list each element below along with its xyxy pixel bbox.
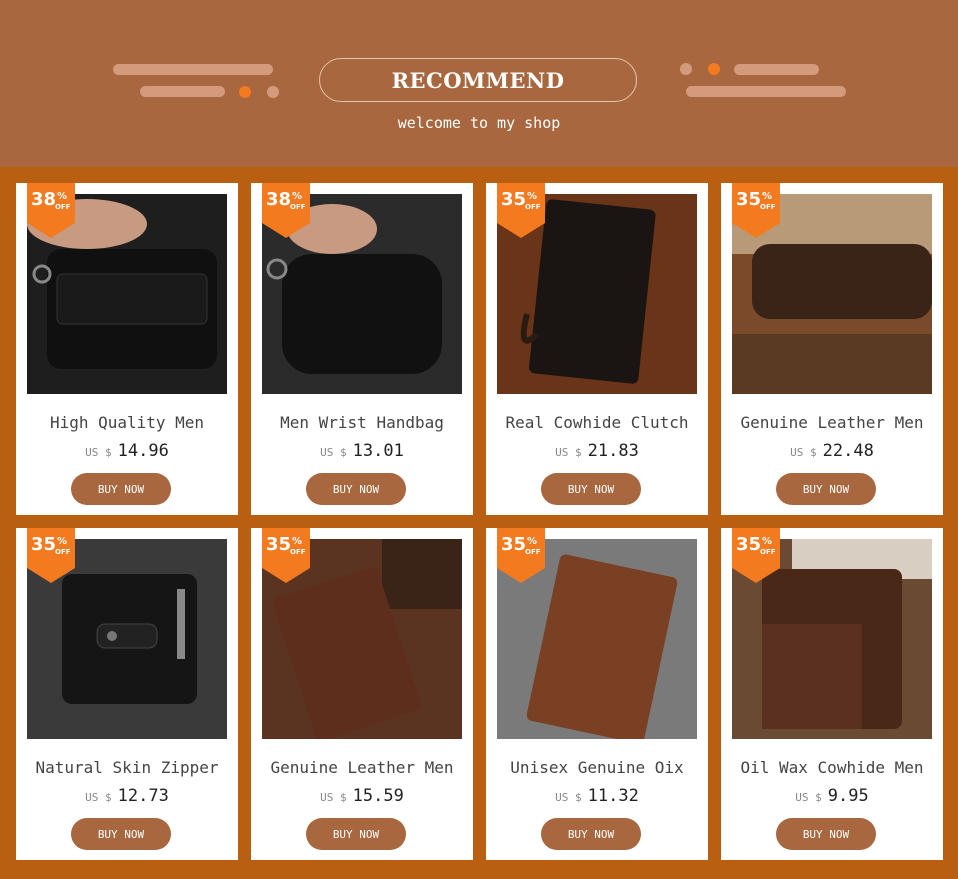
product-card[interactable]: 35 % OFF Natural Skin Zipper US $ 12.73 B… [16, 528, 238, 860]
buy-now-button[interactable]: BUY NOW [541, 473, 641, 505]
buy-now-button[interactable]: BUY NOW [71, 818, 171, 850]
currency-label: US $ [555, 446, 582, 459]
product-price: 12.73 [117, 786, 169, 806]
product-title[interactable]: Unisex Genuine Oix [486, 758, 708, 777]
price-row: US $ 22.48 [721, 441, 943, 461]
decor-bar [140, 86, 225, 97]
product-title[interactable]: Oil Wax Cowhide Men [721, 758, 943, 777]
currency-label: US $ [85, 446, 112, 459]
buy-now-button[interactable]: BUY NOW [541, 818, 641, 850]
product-card[interactable]: 35 % OFF Genuine Leather Men US $ 15.59 B… [251, 528, 473, 860]
product-title[interactable]: High Quality Men [16, 413, 238, 432]
price-row: US $ 9.95 [721, 786, 943, 806]
currency-label: US $ [795, 791, 822, 804]
decor-bar [734, 64, 819, 75]
product-title[interactable]: Genuine Leather Men [251, 758, 473, 777]
buy-now-button[interactable]: BUY NOW [71, 473, 171, 505]
product-price: 14.96 [117, 441, 169, 461]
discount-badge: 35 % OFF [27, 528, 75, 583]
discount-badge: 38 % OFF [262, 183, 310, 238]
buy-now-button[interactable]: BUY NOW [776, 473, 876, 505]
buy-now-button[interactable]: BUY NOW [776, 818, 876, 850]
product-card[interactable]: 35 % OFF Genuine Leather Men US $ 22.48 B… [721, 183, 943, 515]
product-title[interactable]: Real Cowhide Clutch [486, 413, 708, 432]
decor-dot [267, 86, 279, 98]
decor-bar [113, 64, 273, 75]
decor-bar [686, 86, 846, 97]
product-title[interactable]: Natural Skin Zipper [16, 758, 238, 777]
price-row: US $ 12.73 [16, 786, 238, 806]
decor-dot [239, 86, 251, 98]
product-card[interactable]: 35 % OFF Unisex Genuine Oix US $ 11.32 BU… [486, 528, 708, 860]
currency-label: US $ [790, 446, 817, 459]
product-price: 22.48 [822, 441, 874, 461]
product-price: 13.01 [352, 441, 404, 461]
price-row: US $ 15.59 [251, 786, 473, 806]
price-row: US $ 11.32 [486, 786, 708, 806]
product-card[interactable]: 38 % OFF Men Wrist Handbag US $ 13.01 BUY… [251, 183, 473, 515]
discount-badge: 38 % OFF [27, 183, 75, 238]
price-row: US $ 21.83 [486, 441, 708, 461]
price-row: US $ 13.01 [251, 441, 473, 461]
recommend-header: RECOMMEND welcome to my shop [0, 0, 958, 167]
currency-label: US $ [555, 791, 582, 804]
decor-dot [708, 63, 720, 75]
discount-badge: 35 % OFF [732, 528, 780, 583]
product-card[interactable]: 38 % OFF High Quality Men US $ 14.96 BUY … [16, 183, 238, 515]
buy-now-button[interactable]: BUY NOW [306, 473, 406, 505]
price-row: US $ 14.96 [16, 441, 238, 461]
product-card[interactable]: 35 % OFF Oil Wax Cowhide Men US $ 9.95 BU… [721, 528, 943, 860]
product-price: 15.59 [352, 786, 404, 806]
product-card[interactable]: 35 % OFF Real Cowhide Clutch US $ 21.83 B… [486, 183, 708, 515]
product-price: 11.32 [587, 786, 639, 806]
product-price: 21.83 [587, 441, 639, 461]
discount-badge: 35 % OFF [262, 528, 310, 583]
decor-dot [680, 63, 692, 75]
currency-label: US $ [85, 791, 112, 804]
product-price: 9.95 [827, 786, 869, 806]
section-title: RECOMMEND [319, 58, 637, 102]
discount-badge: 35 % OFF [497, 183, 545, 238]
buy-now-button[interactable]: BUY NOW [306, 818, 406, 850]
product-title[interactable]: Genuine Leather Men [721, 413, 943, 432]
currency-label: US $ [320, 446, 347, 459]
product-title[interactable]: Men Wrist Handbag [251, 413, 473, 432]
discount-badge: 35 % OFF [732, 183, 780, 238]
currency-label: US $ [320, 791, 347, 804]
section-subtitle: welcome to my shop [397, 114, 561, 132]
discount-badge: 35 % OFF [497, 528, 545, 583]
